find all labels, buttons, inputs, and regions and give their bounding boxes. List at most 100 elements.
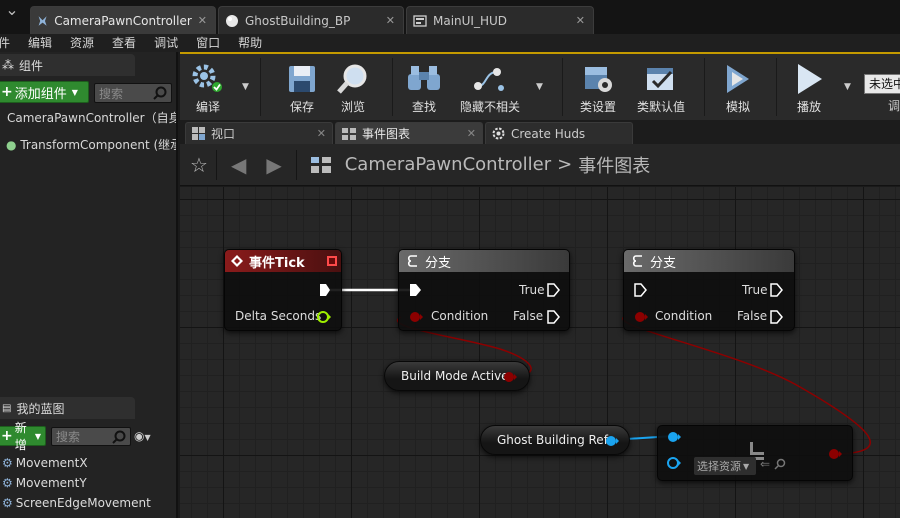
close-icon[interactable]: ✕ (467, 127, 476, 140)
breadcrumb-divider (295, 149, 297, 180)
select-asset-dropdown[interactable]: 选择资源 ▼ (694, 457, 756, 475)
debug-filter-dropdown[interactable]: 未选中 (864, 74, 900, 94)
object-out-pin[interactable] (605, 434, 619, 448)
exec-false-pin[interactable] (547, 310, 561, 324)
component-row-transform[interactable]: ● TransformComponent (继承 (0, 134, 176, 156)
menu-debug[interactable]: 调试 (145, 34, 187, 52)
simulate-icon (718, 60, 758, 98)
exec-true-pin[interactable] (547, 283, 561, 297)
close-icon[interactable]: ✕ (386, 14, 395, 27)
new-variable-button[interactable]: + 新增 ▼ (0, 421, 46, 452)
play-button[interactable]: 播放 (789, 60, 829, 116)
menu-window[interactable]: 窗口 (187, 34, 229, 52)
back-arrow-icon[interactable]: ◀ (231, 153, 246, 177)
is-valid-node[interactable]: 选择资源 ▼ ⇐ (657, 425, 853, 481)
chevron-down-icon: ▼ (34, 431, 41, 441)
bool-out-pin[interactable] (828, 447, 842, 461)
class-defaults-button[interactable]: 类默认值 (633, 60, 689, 116)
gear-icon: ⚙ (2, 476, 13, 490)
view-options-button[interactable]: ◉▼ (134, 429, 151, 443)
widget-blueprint-icon (413, 14, 427, 27)
tab-viewport[interactable]: 视口 ✕ (185, 122, 333, 144)
ghost-building-ref-getter[interactable]: Ghost Building Ref (480, 425, 630, 455)
close-icon[interactable]: ✕ (576, 14, 585, 27)
blueprint-search-input[interactable]: 搜索 (51, 427, 131, 446)
add-component-button[interactable]: + 添加组件 ▼ (0, 81, 89, 103)
chevron-down-icon: ▼ (144, 433, 151, 442)
object-in-pin[interactable] (666, 430, 682, 444)
tab-label: 事件图表 (362, 127, 411, 141)
tab-camera-pawn-controller[interactable]: CameraPawnController ✕ (30, 6, 216, 34)
menu-file[interactable]: 文件 (0, 34, 19, 52)
chevron-down-icon[interactable]: ▼ (242, 82, 249, 92)
find-button[interactable]: 查找 (404, 60, 444, 116)
chevron-down-icon: ▼ (71, 87, 78, 97)
event-diamond-icon (231, 255, 243, 267)
tab-ghost-building-bp[interactable]: GhostBuilding_BP ✕ (218, 6, 404, 34)
breadcrumb-root[interactable]: CameraPawnController (345, 154, 551, 175)
class-settings-label: 类设置 (579, 100, 616, 114)
exec-true-pin[interactable] (770, 283, 784, 297)
browse-button[interactable]: 浏览 (333, 60, 373, 116)
star-icon[interactable]: ☆ (190, 153, 208, 177)
tab-create-huds[interactable]: Create Huds (485, 122, 633, 144)
unreal-logo-icon[interactable]: ⌄ (0, 0, 24, 34)
hide-unrelated-button[interactable]: 隐藏不相关 (456, 60, 524, 116)
menu-asset[interactable]: 资源 (61, 34, 103, 52)
exec-false-pin[interactable] (770, 310, 784, 324)
variable-label: Ghost Building Ref (497, 433, 608, 447)
close-icon[interactable]: ✕ (317, 127, 326, 140)
component-row-self[interactable]: CameraPawnController（自身 (0, 107, 176, 129)
save-button[interactable]: 保存 (282, 60, 322, 116)
component-label: TransformComponent (继承 (20, 138, 176, 152)
event-tick-node[interactable]: 事件Tick Delta Seconds (224, 249, 342, 331)
chevron-down-icon[interactable]: ▼ (536, 82, 543, 92)
menu-view[interactable]: 查看 (103, 34, 145, 52)
bool-out-pin[interactable] (503, 370, 517, 384)
build-mode-active-getter[interactable]: Build Mode Active (384, 361, 530, 391)
chevron-down-icon[interactable]: ▼ (844, 82, 851, 92)
branch-node[interactable]: 分支 True Condition False (398, 249, 570, 331)
components-panel-tab[interactable]: ⁂ 组件 (0, 54, 135, 76)
toolbar-separator (260, 58, 261, 116)
bool-in-pin[interactable] (634, 310, 648, 324)
object-in-pin[interactable] (666, 456, 682, 470)
class-settings-icon (578, 60, 618, 98)
variable-row[interactable]: ⚙ MovementX (0, 453, 176, 473)
hide-unrelated-label: 隐藏不相关 (459, 100, 520, 114)
my-blueprint-panel-tab[interactable]: ▤ 我的蓝图 (0, 397, 135, 419)
forward-arrow-icon[interactable]: ▶ (266, 153, 281, 177)
tab-main-ui-hud[interactable]: MainUI_HUD ✕ (406, 6, 594, 34)
variable-row[interactable]: ⚙ MovementY (0, 473, 176, 493)
select-asset-label: 选择资源 (697, 460, 741, 473)
use-selected-arrow-icon[interactable]: ⇐ (760, 457, 770, 471)
menu-help[interactable]: 帮助 (229, 34, 271, 52)
exec-out-pin[interactable] (319, 283, 331, 297)
exec-in-pin[interactable] (634, 283, 648, 297)
component-label: CameraPawnController（自身 (7, 111, 176, 125)
save-label: 保存 (289, 100, 314, 114)
bool-in-pin[interactable] (409, 310, 423, 324)
components-search-input[interactable]: 搜索 (94, 83, 172, 103)
delegate-pin-icon[interactable] (327, 256, 337, 266)
class-settings-button[interactable]: 类设置 (578, 60, 618, 116)
pin-label: Condition (655, 309, 713, 323)
tab-event-graph[interactable]: 事件图表 ✕ (335, 122, 483, 144)
event-graph-canvas[interactable]: 事件Tick Delta Seconds 分支 True Condition F… (180, 187, 900, 518)
exec-in-pin[interactable] (409, 283, 423, 297)
variable-row[interactable]: ⚙ ScreenEdgeMovement (0, 493, 176, 513)
menu-edit[interactable]: 编辑 (19, 34, 61, 52)
branch-node[interactable]: 分支 True Condition False (623, 249, 795, 331)
search-icon[interactable] (774, 458, 786, 470)
blueprint-icon: ▤ (2, 402, 12, 414)
eye-icon: ◉ (134, 429, 145, 443)
float-out-pin[interactable] (317, 310, 331, 324)
simulate-label: 模拟 (725, 100, 750, 114)
gear-icon: ⚙ (2, 456, 13, 470)
blueprint-pawn-icon (38, 15, 47, 26)
sphere-actor-icon (226, 14, 238, 27)
compile-button[interactable]: 编译 (188, 60, 228, 116)
simulate-button[interactable]: 模拟 (718, 60, 758, 116)
close-icon[interactable]: ✕ (198, 14, 207, 27)
breadcrumb: ☆ ◀ ▶ CameraPawnController > 事件图表 (180, 144, 900, 186)
